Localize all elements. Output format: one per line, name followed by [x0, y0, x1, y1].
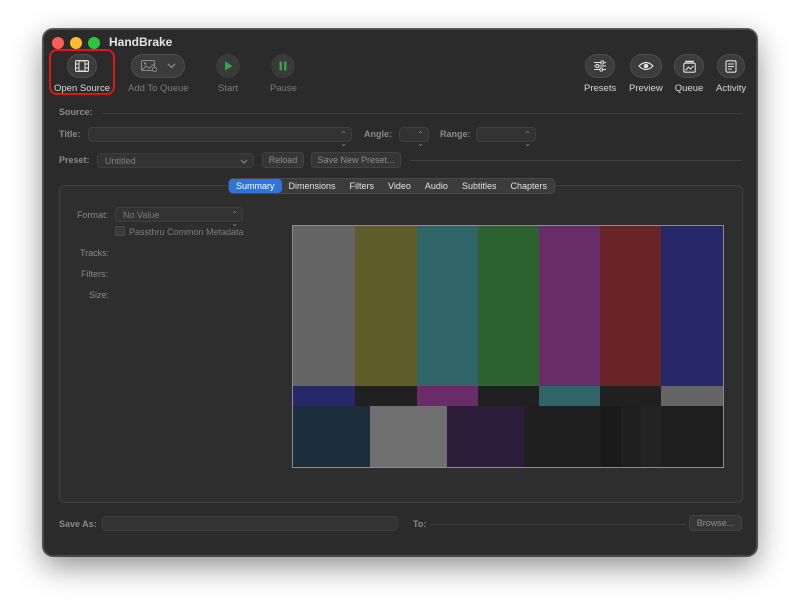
preview-button[interactable]: Preview	[629, 54, 663, 94]
chevron-down-icon[interactable]	[167, 63, 176, 69]
angle-label: Angle:	[364, 129, 392, 139]
title-select[interactable]: ⌃ ⌄	[88, 127, 352, 148]
color-bar-gray	[293, 226, 355, 386]
source-separator	[102, 113, 742, 114]
preset-label: Preset:	[59, 155, 90, 165]
passthru-label: Passthru Common Metadata	[129, 227, 244, 237]
pluge-white	[370, 406, 447, 467]
save-as-field[interactable]	[102, 516, 398, 531]
activity-label: Activity	[716, 83, 747, 94]
pluge-purple	[447, 406, 524, 467]
preset-value: Untitled	[105, 156, 136, 166]
pluge-step	[621, 406, 641, 467]
to-label: To:	[413, 519, 427, 529]
tab-chapters[interactable]: Chapters	[503, 179, 554, 193]
color-bar-red	[600, 226, 661, 386]
range-select[interactable]: ⌃ ⌄	[476, 127, 536, 148]
format-select[interactable]: No Value ⌃ ⌄	[115, 207, 243, 228]
castellation-blue	[293, 386, 355, 406]
range-label: Range:	[440, 129, 471, 139]
color-bar-blue	[661, 226, 723, 386]
angle-select[interactable]: ⌃ ⌄	[399, 127, 429, 148]
preset-separator	[410, 160, 742, 161]
app-title: HandBrake	[109, 35, 173, 49]
tracks-label: Tracks:	[80, 248, 110, 258]
reload-button[interactable]: Reload	[262, 152, 304, 168]
queue-icon	[682, 60, 696, 73]
activity-icon	[725, 59, 737, 73]
save-as-label: Save As:	[59, 519, 97, 529]
queue-button[interactable]: Queue	[674, 54, 704, 94]
start-button[interactable]: Start	[216, 54, 240, 94]
stepper-icon: ⌃ ⌄	[417, 130, 424, 148]
pause-label: Pause	[270, 83, 297, 94]
presets-button[interactable]: Presets	[584, 54, 616, 94]
add-to-queue-label: Add To Queue	[128, 83, 189, 94]
pause-button[interactable]: Pause	[270, 54, 297, 94]
tab-video[interactable]: Video	[381, 179, 418, 193]
tab-filters[interactable]: Filters	[343, 179, 382, 193]
castellation-black	[478, 386, 539, 406]
color-bar-green	[478, 226, 539, 386]
zoom-window-button[interactable]	[88, 37, 100, 49]
pluge-step	[601, 406, 621, 467]
tab-audio[interactable]: Audio	[418, 179, 455, 193]
save-new-preset-button[interactable]: Save New Preset...	[311, 152, 401, 168]
presets-label: Presets	[584, 83, 617, 94]
castellation-black	[355, 386, 417, 406]
browse-button[interactable]: Browse...	[689, 515, 742, 531]
pluge-step	[641, 406, 661, 467]
stepper-icon: ⌃ ⌄	[231, 210, 238, 228]
filters-label: Filters:	[81, 269, 108, 279]
tab-bar: Summary Dimensions Filters Video Audio S…	[228, 178, 555, 194]
sliders-icon	[594, 60, 607, 72]
activity-button[interactable]: Activity	[716, 54, 746, 94]
pluge-black	[524, 406, 601, 467]
castellation-gray	[661, 386, 723, 406]
play-icon	[225, 61, 233, 71]
picture-icon	[140, 60, 157, 72]
tab-dimensions[interactable]: Dimensions	[282, 179, 343, 193]
format-label: Format:	[77, 210, 109, 220]
title-bar: HandBrake	[44, 30, 756, 54]
close-window-button[interactable]	[52, 37, 64, 49]
minimize-window-button[interactable]	[70, 37, 82, 49]
preview-label: Preview	[629, 83, 663, 94]
pluge-navy	[293, 406, 370, 467]
source-label: Source:	[59, 107, 93, 117]
pluge-black	[661, 406, 723, 467]
color-bar-cyan	[417, 226, 478, 386]
castellation-cyan	[539, 386, 600, 406]
queue-label: Queue	[674, 83, 704, 94]
title-label: Title:	[59, 129, 81, 139]
pause-icon	[279, 61, 287, 71]
start-label: Start	[217, 83, 239, 94]
tab-subtitles[interactable]: Subtitles	[455, 179, 504, 193]
color-bar-yellow	[355, 226, 417, 386]
castellation-magenta	[417, 386, 478, 406]
preset-select[interactable]: Untitled	[97, 153, 254, 168]
highlight-box	[49, 49, 115, 95]
add-to-queue-button[interactable]: Add To Queue	[128, 54, 189, 94]
stepper-icon: ⌃ ⌄	[340, 130, 347, 148]
castellation-black	[600, 386, 661, 406]
tab-summary[interactable]: Summary	[229, 179, 282, 193]
chevron-down-icon	[240, 159, 248, 164]
size-label: Size:	[89, 290, 110, 300]
passthru-checkbox[interactable]	[115, 226, 125, 236]
format-value: No Value	[123, 210, 160, 220]
destination-separator	[430, 524, 686, 525]
handbrake-window: HandBrake Open Source Add To Queue Start…	[43, 29, 757, 556]
stepper-icon: ⌃ ⌄	[524, 130, 531, 148]
preview-image	[292, 225, 724, 468]
eye-icon	[638, 61, 654, 71]
color-bar-magenta	[539, 226, 600, 386]
